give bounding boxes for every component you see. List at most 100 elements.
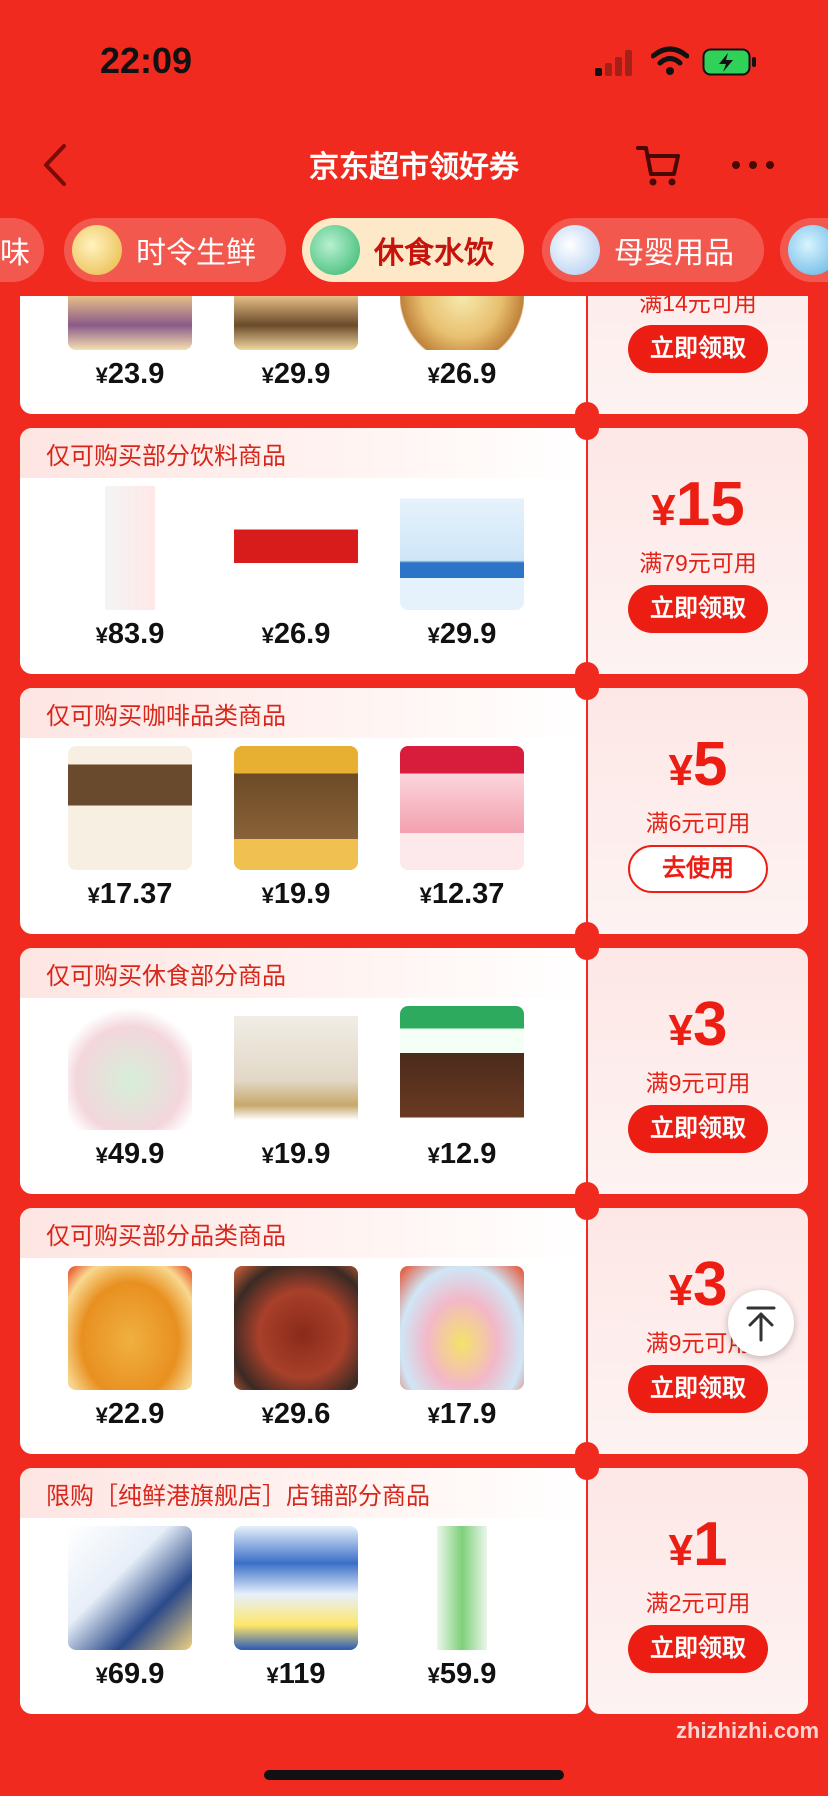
coupon-divider: [586, 966, 588, 1176]
baby-bottle-icon: [550, 225, 600, 275]
tab-label: 味: [0, 237, 30, 270]
product-item[interactable]: ¥19.9: [226, 738, 366, 918]
tab-partial-left[interactable]: 味: [0, 218, 44, 282]
product-image: [400, 296, 524, 350]
product-item[interactable]: ¥49.9: [60, 998, 200, 1178]
product-price: ¥26.9: [261, 618, 331, 650]
coupon-notch: [575, 1456, 599, 1480]
coupon-card: 仅可购买咖啡品类商品 ¥17.37 ¥19.9 ¥12.37 ¥5 满6元可用 …: [20, 676, 808, 946]
wifi-icon: [651, 46, 689, 75]
coupon-value-panel: ¥1 满2元可用 立即领取: [588, 1468, 808, 1714]
product-image: [234, 486, 358, 610]
product-image: [234, 1526, 358, 1650]
claim-coupon-button[interactable]: 立即领取: [628, 1625, 768, 1673]
product-image: [234, 746, 358, 870]
product-item[interactable]: ¥22.9: [60, 1258, 200, 1438]
coupon-condition: 满79元可用: [639, 550, 757, 576]
product-item[interactable]: ¥23.9: [60, 296, 200, 398]
coupon-notch: [575, 1196, 599, 1220]
coupon-amount: ¥3: [668, 990, 728, 1059]
tab-label: 母婴用品: [614, 237, 734, 270]
product-price: ¥19.9: [261, 878, 331, 910]
product-item[interactable]: ¥29.6: [226, 1258, 366, 1438]
claim-coupon-button[interactable]: 立即领取: [628, 1365, 768, 1413]
product-item[interactable]: ¥26.9: [392, 296, 532, 398]
coupon-notch: [575, 676, 599, 700]
tab-fresh[interactable]: 时令生鲜: [64, 218, 286, 282]
tab-baby[interactable]: 母婴用品: [542, 218, 764, 282]
coupon-card: 仅可购买休食部分商品 ¥49.9 ¥19.9 ¥12.9 ¥3 满9元可用 立即…: [20, 936, 808, 1206]
claim-coupon-button[interactable]: 立即领取: [628, 325, 768, 373]
product-image: [68, 746, 192, 870]
coupon-divider: [586, 296, 588, 396]
coupon-card: ¥23.9 ¥29.9 ¥26.9 ¥2 满14元可用 立即领取: [20, 296, 808, 426]
product-image: [234, 1266, 358, 1390]
coupon-amount: ¥15: [651, 470, 745, 539]
coupon-scope-title: 仅可购买部分品类商品: [46, 1223, 286, 1250]
product-item[interactable]: ¥119: [226, 1518, 366, 1698]
coupon-card: 仅可购买部分饮料商品 ¥83.9 ¥26.9 ¥29.9 ¥15 满79元可用 …: [20, 416, 808, 686]
product-price: ¥29.9: [261, 358, 331, 390]
coupon-list: ¥23.9 ¥29.9 ¥26.9 ¥2 满14元可用 立即领取 仅可购买部分饮…: [0, 296, 828, 1796]
coupon-value-panel: ¥2 满14元可用 立即领取: [588, 296, 808, 414]
coupon-notch: [575, 936, 599, 960]
snack-bag-icon: [310, 225, 360, 275]
category-icon: [788, 225, 828, 275]
nav-bar: 京东超市领好券: [0, 120, 828, 210]
coupon-card: 仅可购买部分品类商品 ¥22.9 ¥29.6 ¥17.9 ¥3 满9元可用 立即…: [20, 1196, 808, 1466]
coupon-value-panel: ¥5 满6元可用 去使用: [588, 688, 808, 934]
product-price: ¥83.9: [95, 618, 165, 650]
coupon-amount: ¥1: [668, 1510, 728, 1579]
coupon-scope-title: 仅可购买咖啡品类商品: [46, 703, 286, 730]
coupon-value-panel: ¥15 满79元可用 立即领取: [588, 428, 808, 674]
coupon-condition: 满2元可用: [645, 1590, 751, 1616]
coupon-divider: [586, 1486, 588, 1696]
status-bar: 22:09: [0, 0, 828, 120]
claim-coupon-button[interactable]: 立即领取: [628, 585, 768, 633]
coupon-products: 仅可购买部分品类商品 ¥22.9 ¥29.6 ¥17.9: [20, 1208, 586, 1454]
product-image: [400, 1006, 524, 1130]
tab-snacks-drinks[interactable]: 休食水饮: [302, 218, 524, 282]
watermark: zhizhizhi.com: [676, 1718, 819, 1743]
product-item[interactable]: ¥29.9: [392, 478, 532, 658]
product-image: [400, 1526, 524, 1650]
product-item[interactable]: ¥12.37: [392, 738, 532, 918]
claim-coupon-button[interactable]: 立即领取: [628, 1105, 768, 1153]
product-item[interactable]: ¥17.9: [392, 1258, 532, 1438]
product-item[interactable]: ¥26.9: [226, 478, 366, 658]
product-item[interactable]: ¥59.9: [392, 1518, 532, 1698]
coupon-divider: [586, 446, 588, 656]
signal-icon: [595, 50, 635, 76]
product-item[interactable]: ¥12.9: [392, 998, 532, 1178]
more-dots-icon[interactable]: [728, 150, 778, 180]
product-item[interactable]: ¥17.37: [60, 738, 200, 918]
coupon-amount: ¥5: [668, 730, 728, 799]
use-coupon-button[interactable]: 去使用: [628, 845, 768, 893]
product-price: ¥23.9: [95, 358, 165, 390]
product-item[interactable]: ¥69.9: [60, 1518, 200, 1698]
coupon-products: 仅可购买部分饮料商品 ¥83.9 ¥26.9 ¥29.9: [20, 428, 586, 674]
product-item[interactable]: ¥29.9: [226, 296, 366, 398]
back-to-top-button[interactable]: [728, 1290, 794, 1356]
coupon-products: 限购［纯鲜港旗舰店］店铺部分商品 ¥69.9 ¥119 ¥59.9: [20, 1468, 586, 1714]
product-price: ¥17.37: [87, 878, 173, 910]
tab-partial-right[interactable]: [780, 218, 828, 282]
product-item[interactable]: ¥19.9: [226, 998, 366, 1178]
product-price: ¥29.6: [261, 1398, 331, 1430]
product-image: [234, 296, 358, 350]
product-image: [68, 296, 192, 350]
product-price: ¥69.9: [95, 1658, 165, 1690]
coupon-condition: 满6元可用: [645, 810, 751, 836]
product-price: ¥49.9: [95, 1138, 165, 1170]
coupon-scope-title: 仅可购买休食部分商品: [46, 963, 286, 990]
product-image: [400, 486, 524, 610]
cart-icon[interactable]: [636, 140, 682, 188]
coupon-scope-title: 限购［纯鲜港旗舰店］店铺部分商品: [46, 1483, 430, 1510]
product-price: ¥12.37: [419, 878, 505, 910]
status-time: 22:09: [100, 40, 193, 81]
product-price: ¥17.9: [427, 1398, 497, 1430]
product-item[interactable]: ¥83.9: [60, 478, 200, 658]
product-price: ¥119: [266, 1658, 326, 1690]
product-image: [400, 746, 524, 870]
category-tabs: 味 时令生鲜 休食水饮 母婴用品: [0, 212, 828, 292]
